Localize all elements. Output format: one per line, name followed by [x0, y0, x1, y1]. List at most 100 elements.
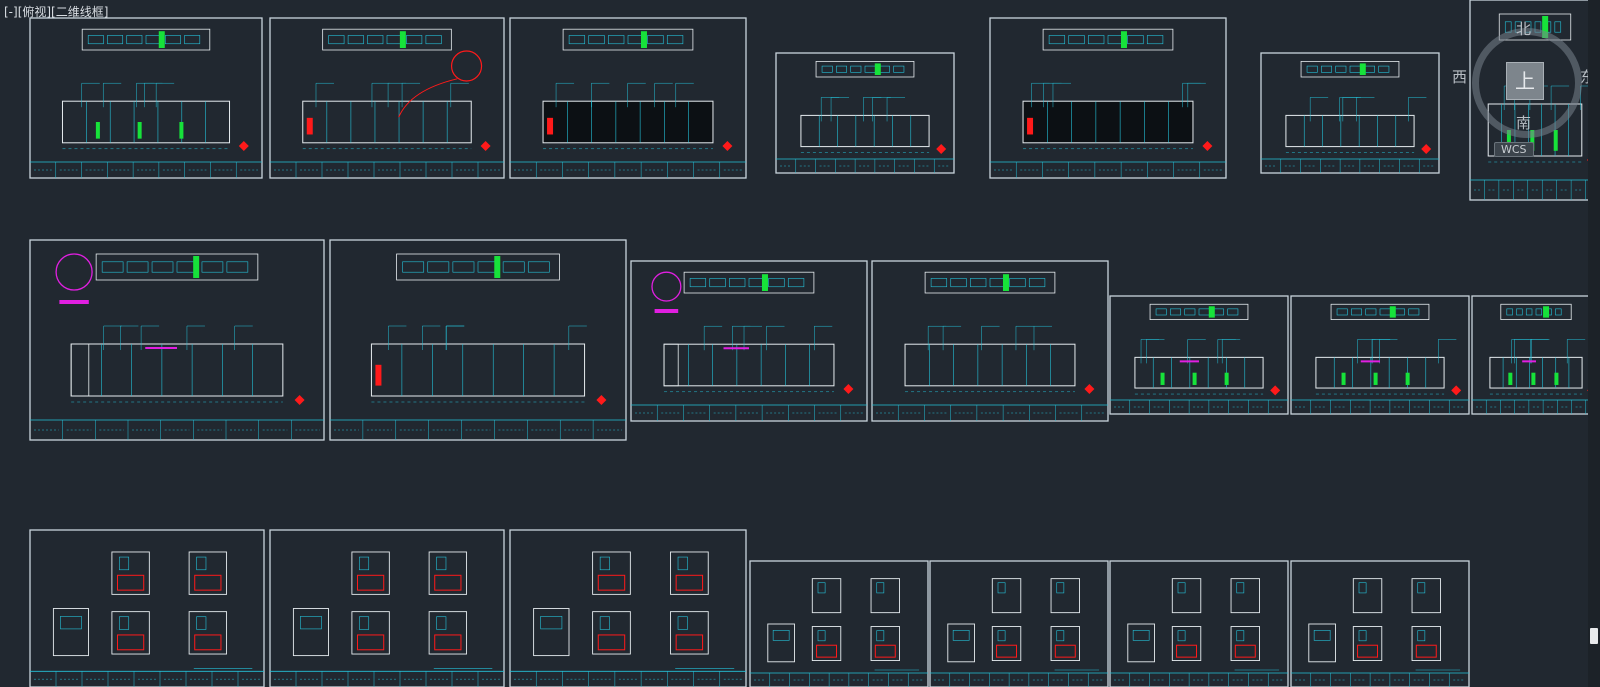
plan-fixture — [1365, 308, 1377, 316]
viewcube[interactable]: 上 北 南 西 东 WCS — [1452, 18, 1595, 157]
red-stamp-marker — [1421, 144, 1432, 154]
plan-green-marker — [640, 31, 647, 48]
compass-west-label[interactable]: 西 — [1452, 66, 1467, 87]
room-fixture — [1177, 582, 1186, 594]
drawing-sheet[interactable] — [1109, 295, 1289, 415]
plan-fixture — [836, 65, 847, 73]
side-section — [70, 343, 90, 397]
room-fixture — [876, 630, 885, 642]
plan-fixture — [226, 261, 249, 273]
room-plan-fixture — [540, 616, 563, 630]
elevation-view — [542, 100, 714, 144]
drawing-sheet[interactable] — [1109, 560, 1289, 687]
plan-green-marker — [1359, 63, 1366, 75]
scrollbar-thumb[interactable] — [1590, 628, 1598, 644]
green-plant — [1224, 372, 1229, 385]
plan-fixture — [729, 278, 746, 288]
red-furniture — [996, 644, 1018, 658]
room-fixture — [119, 556, 130, 571]
plan-fixture — [1378, 65, 1390, 73]
green-plant — [179, 122, 184, 139]
room-elevation — [1352, 578, 1383, 614]
drawing-sheet[interactable] — [1290, 295, 1470, 415]
room-fixture — [1236, 630, 1245, 642]
plan-green-marker — [193, 256, 200, 278]
room-fixture — [196, 556, 207, 571]
drawing-sheet[interactable] — [29, 529, 265, 687]
room-elevation — [1230, 578, 1260, 614]
room-fixture — [599, 616, 610, 630]
plan-fixture — [950, 278, 967, 288]
drawing-sheet[interactable] — [1290, 560, 1470, 687]
drawing-viewport[interactable]: [-][俯视][二维线框] 上 北 南 西 东 WCS — [0, 0, 1600, 687]
vertical-scrollbar[interactable] — [1588, 0, 1600, 687]
drawing-sheet[interactable] — [775, 52, 955, 174]
drawing-sheet[interactable] — [29, 17, 263, 179]
red-stamp-marker — [294, 395, 305, 405]
plan-fixture — [1555, 308, 1562, 316]
plan-green-marker — [1002, 274, 1009, 291]
revision-callout-circle — [450, 50, 483, 82]
wcs-menu-button[interactable]: WCS — [1494, 142, 1534, 157]
plan-green-marker — [399, 31, 406, 48]
red-furniture — [816, 644, 838, 658]
plan-fixture — [184, 35, 201, 45]
drawing-sheet[interactable] — [509, 529, 747, 687]
plan-fixture — [452, 261, 475, 273]
plan-fixture — [879, 65, 890, 73]
plan-fixture — [1088, 35, 1105, 45]
plan-fixture — [1525, 308, 1533, 316]
plan-fixture — [1227, 308, 1239, 316]
red-stamp-marker — [596, 395, 607, 405]
drawing-sheet[interactable] — [269, 17, 505, 179]
room-fixture — [196, 616, 207, 630]
plan-fixture — [893, 65, 905, 73]
plan-fixture — [406, 35, 423, 45]
red-stamp-marker — [480, 141, 491, 151]
plan-fixture — [425, 35, 442, 45]
elevation-view — [70, 343, 284, 397]
drawing-sheet[interactable] — [630, 260, 868, 422]
green-plant — [137, 122, 142, 139]
plan-fixture — [709, 278, 726, 288]
plan-fixture — [864, 65, 876, 73]
drawing-sheet[interactable] — [29, 239, 325, 441]
drawing-sheet[interactable] — [929, 560, 1109, 687]
green-plant — [1160, 372, 1165, 385]
plan-fixture — [164, 35, 181, 45]
red-furniture — [675, 574, 704, 591]
room-fixture — [677, 616, 688, 630]
room-plan — [767, 623, 795, 663]
plan-fixture — [151, 261, 174, 273]
side-section — [663, 343, 679, 387]
room-fixture — [997, 582, 1006, 594]
plan-fixture — [1155, 308, 1167, 316]
plan-fixture — [1394, 308, 1405, 316]
green-plant — [95, 122, 100, 139]
drawing-sheet[interactable] — [1471, 295, 1600, 415]
room-fixture — [817, 582, 826, 594]
plan-fixture — [87, 35, 104, 45]
plan-fixture — [347, 35, 364, 45]
plan-fixture — [1516, 308, 1523, 316]
drawing-sheet[interactable] — [871, 260, 1109, 422]
green-plant — [1192, 372, 1197, 385]
drawing-sheet[interactable] — [749, 560, 929, 687]
drawing-sheet[interactable] — [1260, 52, 1440, 174]
drawing-sheet[interactable] — [269, 529, 505, 687]
red-furniture — [434, 634, 462, 651]
drawing-sheet[interactable] — [509, 17, 747, 179]
red-furniture — [675, 634, 704, 651]
plan-fixture — [1335, 65, 1347, 73]
plan-green-marker — [158, 31, 165, 48]
red-fixture — [306, 117, 313, 135]
room-plan — [292, 608, 329, 657]
drawing-sheet[interactable] — [989, 17, 1227, 179]
red-furniture — [117, 634, 145, 651]
plan-fixture — [1336, 308, 1348, 316]
drawing-sheet[interactable] — [329, 239, 627, 441]
compass-south-label[interactable]: 南 — [1516, 112, 1531, 133]
plan-fixture — [970, 278, 987, 288]
compass-north-label[interactable]: 北 — [1516, 18, 1531, 39]
viewcube-top-face[interactable]: 上 — [1506, 62, 1544, 100]
